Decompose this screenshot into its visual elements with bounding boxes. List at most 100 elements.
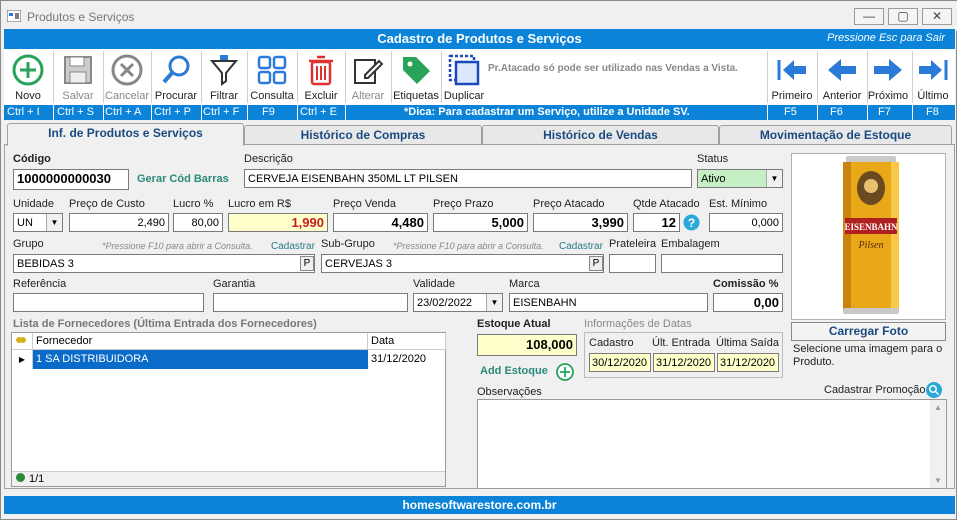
- est-minimo-field[interactable]: 0,000: [709, 213, 783, 232]
- fornecedores-grid[interactable]: Fornecedor Data ▶ 1 SA DISTRIBUIDORA 31/…: [11, 332, 446, 487]
- carregar-foto-button[interactable]: Carregar Foto: [791, 322, 946, 341]
- observacoes-scrollbar[interactable]: ▲ ▼: [930, 400, 946, 488]
- maximize-button[interactable]: ▢: [888, 8, 918, 25]
- preco-atacado-field[interactable]: 3,990: [533, 213, 628, 232]
- close-button[interactable]: ✕: [922, 8, 952, 25]
- grid-footer: 1/1: [12, 471, 445, 486]
- shortcut-primeiro: F5: [784, 106, 797, 118]
- alterar-label: Alterar: [351, 90, 385, 102]
- garantia-label: Garantia: [213, 278, 256, 290]
- embalagem-field[interactable]: [661, 254, 783, 273]
- prateleira-field[interactable]: [609, 254, 656, 273]
- chevron-down-icon[interactable]: ▼: [46, 214, 62, 231]
- novo-button[interactable]: Novo: [4, 49, 52, 105]
- preco-custo-label: Preço de Custo: [69, 198, 145, 210]
- chevron-down-icon[interactable]: ▼: [766, 170, 782, 187]
- row-pointer-icon: ▶: [12, 350, 33, 369]
- shortcut-proximo: F7: [878, 106, 891, 118]
- duplicar-button[interactable]: Duplicar: [442, 49, 486, 105]
- descricao-field[interactable]: CERVEJA EISENBAHN 350ML LT PILSEN: [244, 169, 692, 188]
- etiquetas-button[interactable]: Etiquetas: [392, 49, 440, 105]
- marca-field[interactable]: EISENBAHN: [509, 293, 708, 312]
- grupo-cadastrar-link[interactable]: Cadastrar: [271, 241, 315, 252]
- cadastrar-promocao-link[interactable]: Cadastrar Promoção: [824, 384, 926, 396]
- referencia-label: Referência: [13, 278, 67, 290]
- cancelar-button[interactable]: Cancelar: [104, 49, 150, 105]
- duplicate-icon: [448, 54, 480, 86]
- gerar-barcode-link[interactable]: Gerar Cód Barras: [137, 173, 229, 185]
- lucro-pct-field[interactable]: 80,00: [173, 213, 223, 232]
- observacoes-textarea[interactable]: ▲ ▼: [477, 399, 947, 489]
- ultima-saida-label: Última Saída: [716, 337, 779, 349]
- preco-custo-field[interactable]: 2,490: [69, 213, 169, 232]
- shortcut-novo: Ctrl + I: [7, 106, 40, 118]
- consulta-label: Consulta: [250, 90, 294, 102]
- comissao-field[interactable]: 0,00: [713, 293, 783, 312]
- alterar-button[interactable]: Alterar: [346, 49, 390, 105]
- preco-prazo-field[interactable]: 5,000: [433, 213, 528, 232]
- anterior-button[interactable]: Anterior: [818, 49, 866, 105]
- anterior-label: Anterior: [822, 90, 862, 102]
- shortcut-consulta: F9: [262, 106, 275, 118]
- footer-bar: homesoftwarestore.com.br: [4, 496, 955, 514]
- subgrupo-lookup-button[interactable]: P: [589, 256, 603, 271]
- add-estoque-link[interactable]: Add Estoque: [480, 365, 548, 377]
- first-arrow-icon: [777, 60, 806, 80]
- cancelar-label: Cancelar: [104, 90, 150, 102]
- app-window: Produtos e Serviços — ▢ ✕ Cadastro de Pr…: [0, 0, 957, 520]
- shortcut-bar: Ctrl + I Ctrl + S Ctrl + A Ctrl + P Ctrl…: [4, 105, 955, 120]
- salvar-label: Salvar: [62, 90, 94, 102]
- lucro-pct-label: Lucro %: [173, 198, 214, 210]
- shortcut-salvar: Ctrl + S: [57, 106, 94, 118]
- procurar-button[interactable]: Procurar: [152, 49, 200, 105]
- unidade-select[interactable]: UN ▼: [13, 213, 63, 232]
- procurar-label: Procurar: [154, 90, 198, 102]
- tab-movimentacao-estoque[interactable]: Movimentação de Estoque: [719, 125, 952, 145]
- salvar-button[interactable]: Salvar: [54, 49, 102, 105]
- tab-historico-compras[interactable]: Histórico de Compras: [244, 125, 482, 145]
- last-arrow-icon: [919, 60, 948, 80]
- estoque-field[interactable]: 108,000: [477, 334, 577, 356]
- ultima-saida-date: 31/12/2020: [717, 353, 779, 372]
- plus-circle-icon[interactable]: [556, 363, 574, 381]
- primeiro-button[interactable]: Primeiro: [768, 49, 816, 105]
- qtde-atacado-field[interactable]: 12: [633, 213, 680, 232]
- garantia-field[interactable]: [213, 293, 408, 312]
- filtrar-button[interactable]: Filtrar: [202, 49, 246, 105]
- consulta-button[interactable]: Consulta: [248, 49, 296, 105]
- column-header-data[interactable]: Data: [368, 333, 446, 350]
- est-minimo-label: Est. Mínimo: [709, 198, 768, 210]
- tab-info[interactable]: Inf. de Produtos e Serviços: [7, 123, 244, 146]
- chevron-down-icon[interactable]: ▼: [486, 294, 502, 311]
- form-header: Cadastro de Produtos e Serviços Pression…: [4, 29, 955, 49]
- status-select[interactable]: Ativo ▼: [697, 169, 783, 188]
- scroll-up-icon[interactable]: ▲: [934, 403, 942, 412]
- subgrupo-cadastrar-link[interactable]: Cadastrar: [559, 241, 603, 252]
- tag-icon: [403, 57, 430, 84]
- excluir-button[interactable]: Excluir: [298, 49, 344, 105]
- validade-date-picker[interactable]: 23/02/2022 ▼: [413, 293, 503, 312]
- grupo-field[interactable]: BEBIDAS 3 P: [13, 254, 315, 273]
- proximo-button[interactable]: Próximo: [864, 49, 912, 105]
- unidade-label: Unidade: [13, 198, 54, 210]
- shortcut-procurar: Ctrl + P: [154, 106, 191, 118]
- grupo-lookup-button[interactable]: P: [300, 256, 314, 271]
- minimize-button[interactable]: —: [854, 8, 884, 25]
- table-row[interactable]: 1 SA DISTRIBUIDORA: [33, 350, 368, 369]
- scroll-down-icon[interactable]: ▼: [934, 476, 942, 485]
- lucro-rs-field[interactable]: 1,990: [228, 213, 328, 232]
- search-icon[interactable]: [926, 382, 942, 398]
- column-header-fornecedor[interactable]: Fornecedor: [33, 333, 368, 350]
- referencia-field[interactable]: [13, 293, 204, 312]
- service-tip: *Dica: Para cadastrar um Serviço, utiliz…: [404, 106, 690, 118]
- tab-historico-vendas[interactable]: Histórico de Vendas: [482, 125, 719, 145]
- help-icon[interactable]: ?: [683, 214, 700, 231]
- preco-venda-field[interactable]: 4,480: [333, 213, 428, 232]
- table-cell-date[interactable]: 31/12/2020: [368, 350, 446, 369]
- subgrupo-field[interactable]: CERVEJAS 3 P: [321, 254, 604, 273]
- preco-prazo-label: Preço Prazo: [433, 198, 494, 210]
- ultimo-button[interactable]: Último: [912, 49, 954, 105]
- marca-label: Marca: [509, 278, 540, 290]
- shortcut-ultimo: F8: [926, 106, 939, 118]
- codigo-field[interactable]: 1000000000030: [13, 169, 129, 190]
